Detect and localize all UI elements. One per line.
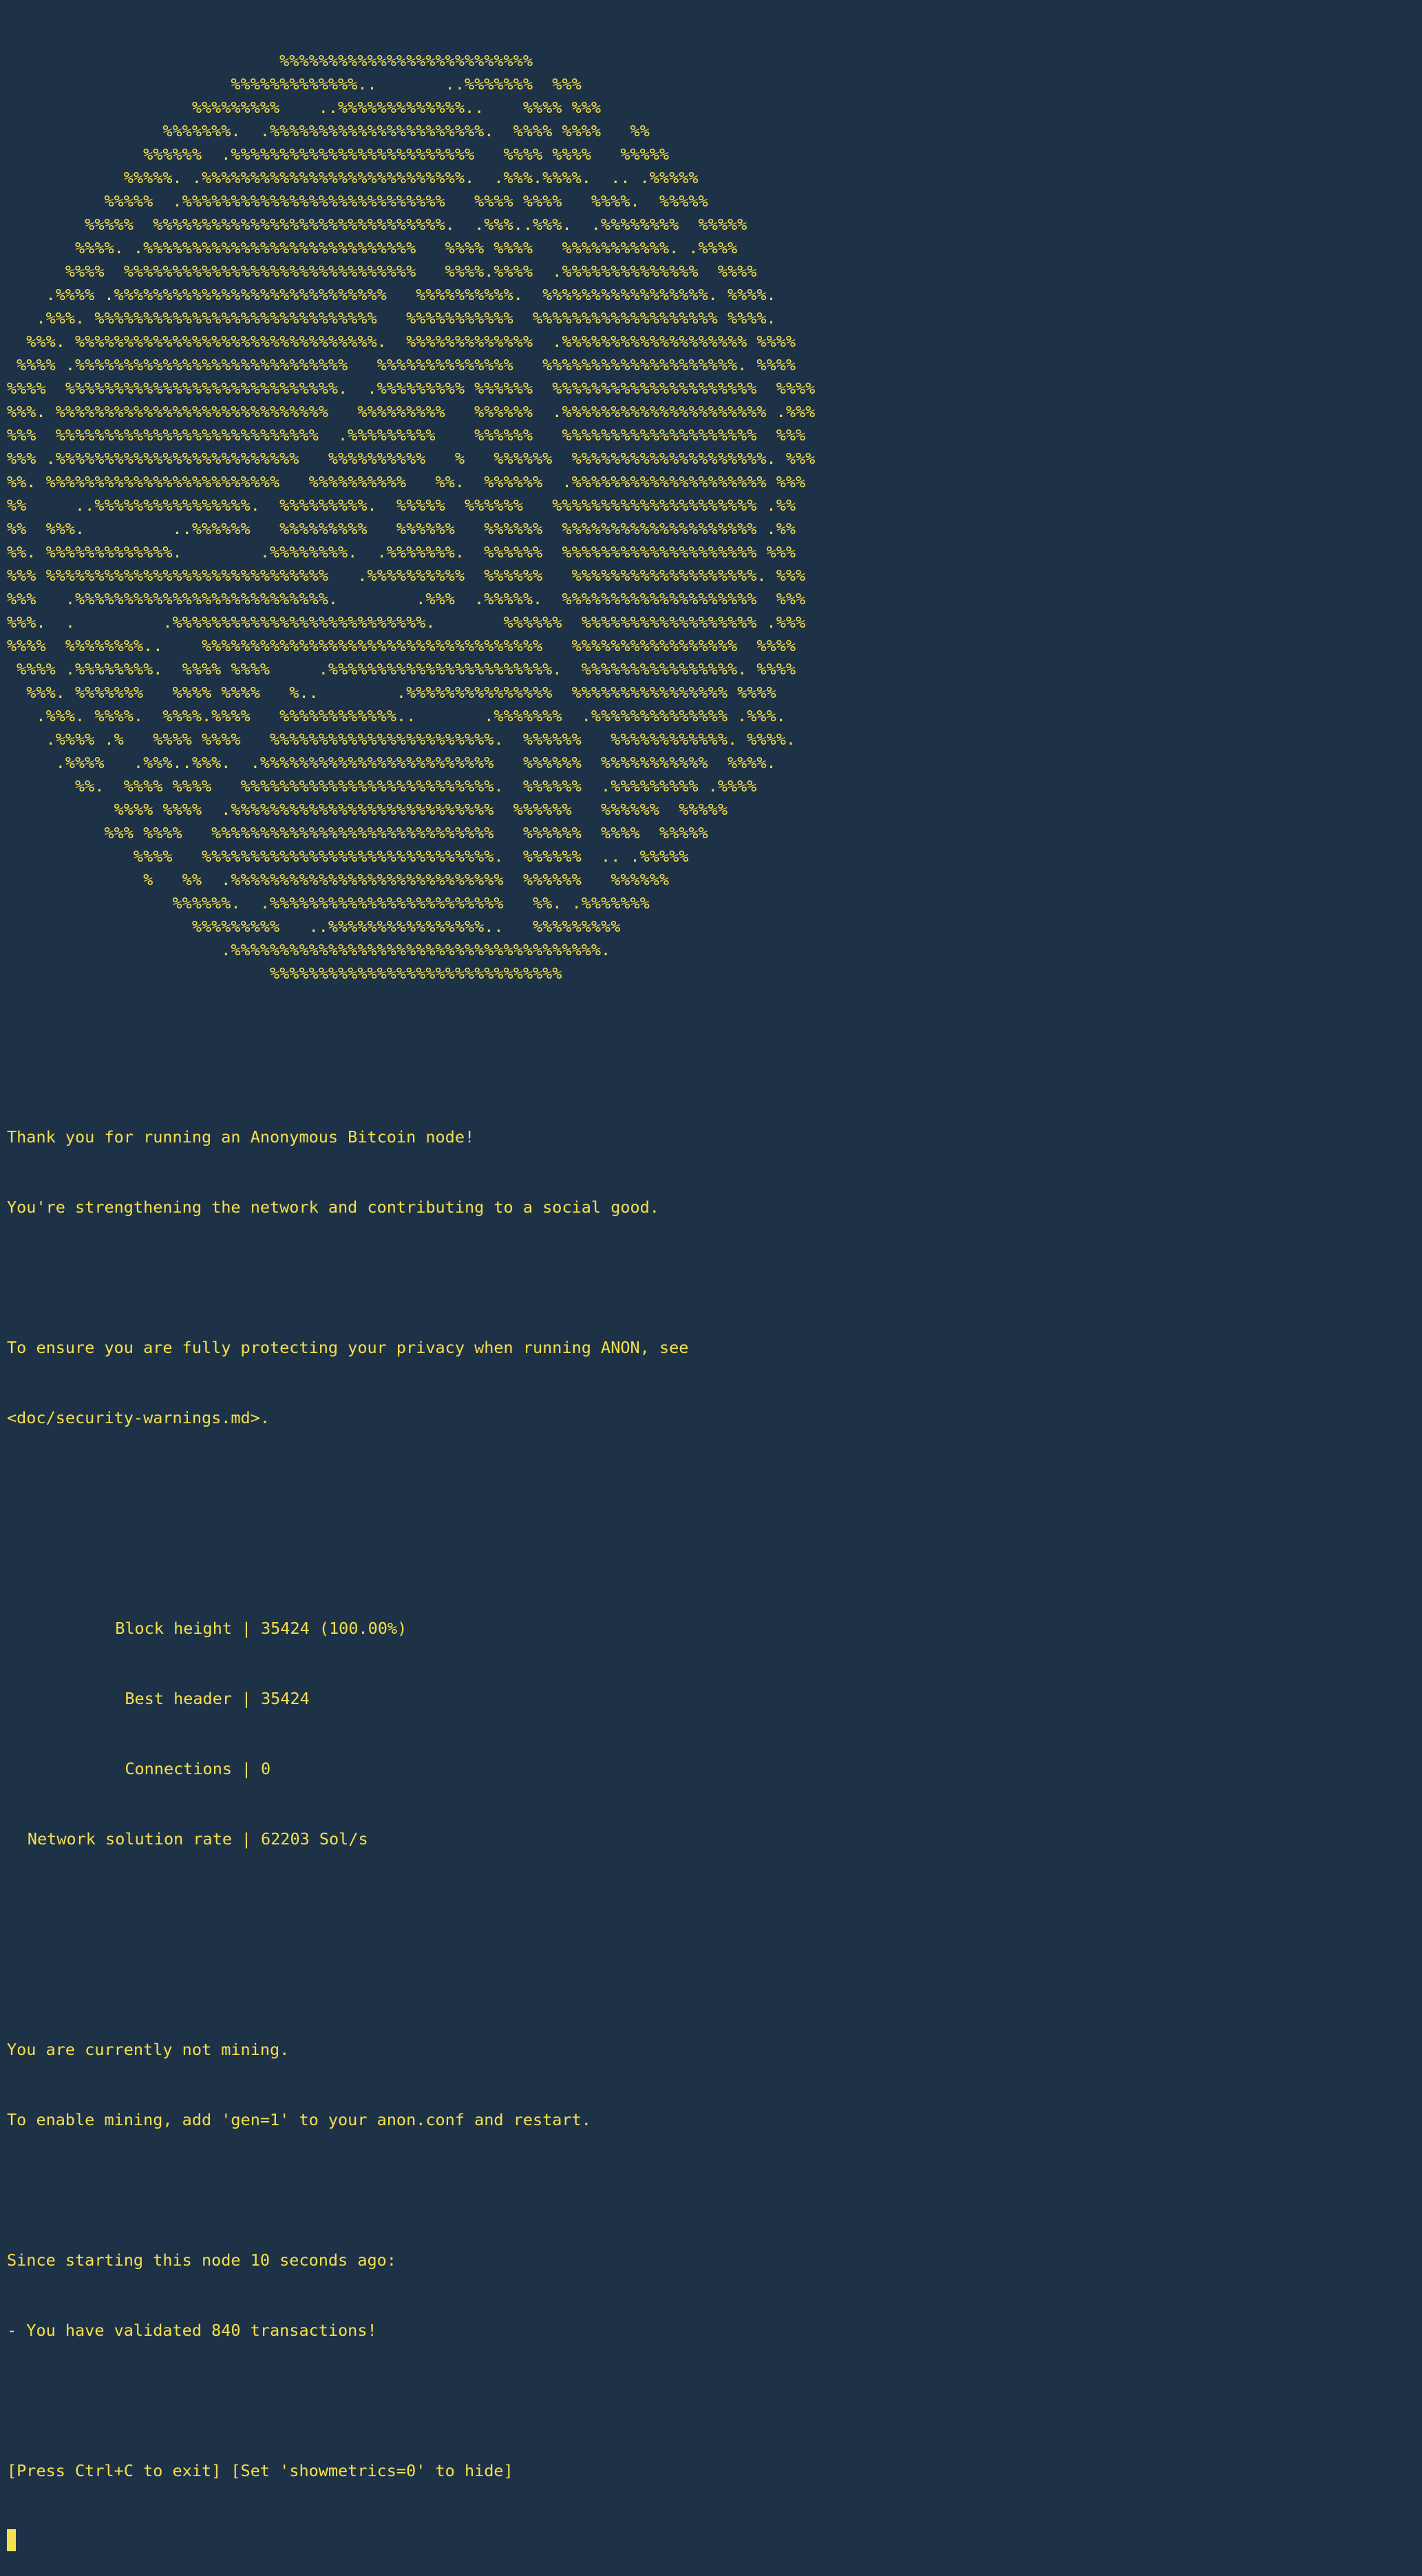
logo-line: %%%. %%%%%%%%%%%%%%%%%%%%%%%%%%%% %%%%%%… — [7, 402, 816, 421]
validated-transactions-message: - You have validated 840 transactions! — [7, 2321, 377, 2340]
logo-line: %%%. %%%%%%% %%%% %%%% %.. .%%%%%%%%%%%%… — [7, 683, 776, 702]
metric-row-block-height: Block height | 35424 (100.00%) — [7, 1617, 1415, 1640]
metric-label: Block height — [115, 1619, 232, 1638]
logo-line: %%%% %%%%%%%%%%%%%%%%%%%%%%%%%%%%. .%%%%… — [7, 379, 816, 398]
footer-hint: [Press Ctrl+C to exit] [Set 'showmetrics… — [7, 2461, 513, 2480]
logo-line: %%%%%%%%%%%%%%%%%%%%%%%%%%%%%% — [7, 964, 562, 983]
logo-line: %%%% %%%%%%%%.. %%%%%%%%%%%%%%%%%%%%%%%%… — [7, 636, 796, 655]
strengthening-message: You're strengthening the network and con… — [7, 1197, 659, 1217]
metric-label: Network solution rate — [27, 1829, 232, 1849]
logo-line: %%% %%%%%%%%%%%%%%%%%%%%%%%%%%% .%%%%%%%… — [7, 425, 806, 445]
logo-line: .%%%% .%%%..%%%. .%%%%%%%%%%%%%%%%%%%%%%… — [7, 753, 776, 772]
logo-line: %%%%. .%%%%%%%%%%%%%%%%%%%%%%%%%%%% %%%%… — [7, 238, 738, 257]
logo-line: .%%%. %%%%%%%%%%%%%%%%%%%%%%%%%%%%% %%%%… — [7, 308, 776, 328]
logo-line: %%%% %%%% .%%%%%%%%%%%%%%%%%%%%%%%%%%% %… — [7, 800, 728, 819]
node-metrics-table: Block height | 35424 (100.00%) Best header… — [7, 1570, 1415, 1897]
logo-line: .%%%% .% %%%% %%%% %%%%%%%%%%%%%%%%%%%%%… — [7, 730, 796, 749]
metric-value: 62203 Sol/s — [261, 1829, 368, 1849]
metric-row-network-solution-rate: Network solution rate | 62203 Sol/s — [7, 1827, 1415, 1851]
logo-line: %%%% %%%%%%%%%%%%%%%%%%%%%%%%%%%%%%. %%%… — [7, 847, 689, 866]
logo-line: %%%. . .%%%%%%%%%%%%%%%%%%%%%%%%%%. %%%%… — [7, 613, 806, 632]
terminal-window[interactable]: %%%%%%%%%%%%%%%%%%%%%%%%%% %%%%%%%%%%%%%… — [7, 2, 1415, 2576]
metric-value: 35424 — [261, 1689, 310, 1708]
logo-line: %%% .%%%%%%%%%%%%%%%%%%%%%%%%% %%%%%%%%%… — [7, 449, 816, 468]
metric-value: 35424 (100.00%) — [261, 1619, 407, 1638]
logo-line: % %% .%%%%%%%%%%%%%%%%%%%%%%%%%%%% %%%%%… — [7, 870, 670, 889]
logo-line: %%%. %%%%%%%%%%%%%%%%%%%%%%%%%%%%%%%. %%… — [7, 332, 796, 351]
logo-line: %%%%%%%%% ..%%%%%%%%%%%%%%%%.. %%%%%%%%% — [7, 917, 621, 936]
security-warnings-doc-link: <doc/security-warnings.md>. — [7, 1408, 270, 1427]
metric-separator: | — [241, 1619, 252, 1638]
metric-separator: | — [241, 1829, 252, 1849]
logo-line: %%%%%%%%% ..%%%%%%%%%%%%%.. %%%% %%% — [7, 98, 602, 117]
logo-line: %% %%%. ..%%%%%% %%%%%%%%% %%%%%% %%%%%%… — [7, 519, 796, 538]
logo-line: %%%%%%%%%%%%%.. ..%%%%%%% %%% — [7, 74, 582, 94]
logo-line: %% ..%%%%%%%%%%%%%%%%. %%%%%%%%%. %%%%% … — [7, 496, 796, 515]
privacy-message: To ensure you are fully protecting your … — [7, 1338, 689, 1357]
logo-line: %%%%%% .%%%%%%%%%%%%%%%%%%%%%%%%% %%%% %… — [7, 145, 670, 164]
thanks-message: Thank you for running an Anonymous Bitco… — [7, 1127, 475, 1147]
metric-label: Connections — [125, 1759, 232, 1778]
logo-line: %%%%%%%%%%%%%%%%%%%%%%%%%% — [7, 51, 533, 70]
logo-line: %%%%%%%. .%%%%%%%%%%%%%%%%%%%%%%. %%%% %… — [7, 121, 650, 140]
logo-line: %%%%% %%%%%%%%%%%%%%%%%%%%%%%%%%%%%%. .%… — [7, 215, 747, 234]
logo-line: %%% .%%%%%%%%%%%%%%%%%%%%%%%%%%. .%%% .%… — [7, 589, 806, 608]
logo-line: .%%%. %%%%. %%%%.%%%% %%%%%%%%%%%%.. .%%… — [7, 706, 786, 725]
mining-status: You are currently not mining. — [7, 2040, 290, 2059]
metric-separator: | — [241, 1759, 252, 1778]
logo-line: %%. %%%%%%%%%%%%%%%%%%%%%%%% %%%%%%%%%% … — [7, 472, 806, 491]
logo-line: .%%%%%%%%%%%%%%%%%%%%%%%%%%%%%%%%%%%%%%. — [7, 940, 611, 959]
logo-line: %%%% %%%%%%%%%%%%%%%%%%%%%%%%%%%%%% %%%%… — [7, 262, 757, 281]
terminal-cursor — [7, 2529, 16, 2551]
mining-hint: To enable mining, add 'gen=1' to your an… — [7, 2110, 591, 2129]
metric-value: 0 — [261, 1759, 271, 1778]
prompt-line[interactable] — [7, 2529, 1415, 2553]
logo-line: %%. %%%% %%%% %%%%%%%%%%%%%%%%%%%%%%%%%%… — [7, 776, 757, 796]
anon-logo-ascii-art: %%%%%%%%%%%%%%%%%%%%%%%%%% %%%%%%%%%%%%%… — [7, 49, 1415, 985]
logo-line: %%%% .%%%%%%%%%%%%%%%%%%%%%%%%%%%% %%%%%… — [7, 355, 796, 374]
logo-line: .%%%% .%%%%%%%%%%%%%%%%%%%%%%%%%%%% %%%%… — [7, 285, 776, 304]
metric-row-best-header: Best header | 35424 — [7, 1687, 1415, 1710]
logo-line: %%% %%%%%%%%%%%%%%%%%%%%%%%%%%%%% .%%%%%… — [7, 566, 806, 585]
logo-line: %%%%%%. .%%%%%%%%%%%%%%%%%%%%%%%% %%. .%… — [7, 893, 650, 913]
logo-line: %%%% .%%%%%%%%. %%%% %%%% .%%%%%%%%%%%%%… — [7, 659, 796, 679]
logo-line: %%%%% .%%%%%%%%%%%%%%%%%%%%%%%%%%% %%%% … — [7, 191, 708, 211]
metric-row-connections: Connections | 0 — [7, 1757, 1415, 1780]
logo-line: %%%%%. .%%%%%%%%%%%%%%%%%%%%%%%%%%%. .%%… — [7, 168, 699, 187]
logo-line: %%% %%%% %%%%%%%%%%%%%%%%%%%%%%%%%%%%% %… — [7, 823, 708, 842]
logo-line: %%. %%%%%%%%%%%%%. .%%%%%%%%. .%%%%%%%. … — [7, 542, 796, 562]
uptime-message: Since starting this node 10 seconds ago: — [7, 2250, 396, 2270]
metric-label: Best header — [125, 1689, 232, 1708]
metric-separator: | — [241, 1689, 252, 1708]
